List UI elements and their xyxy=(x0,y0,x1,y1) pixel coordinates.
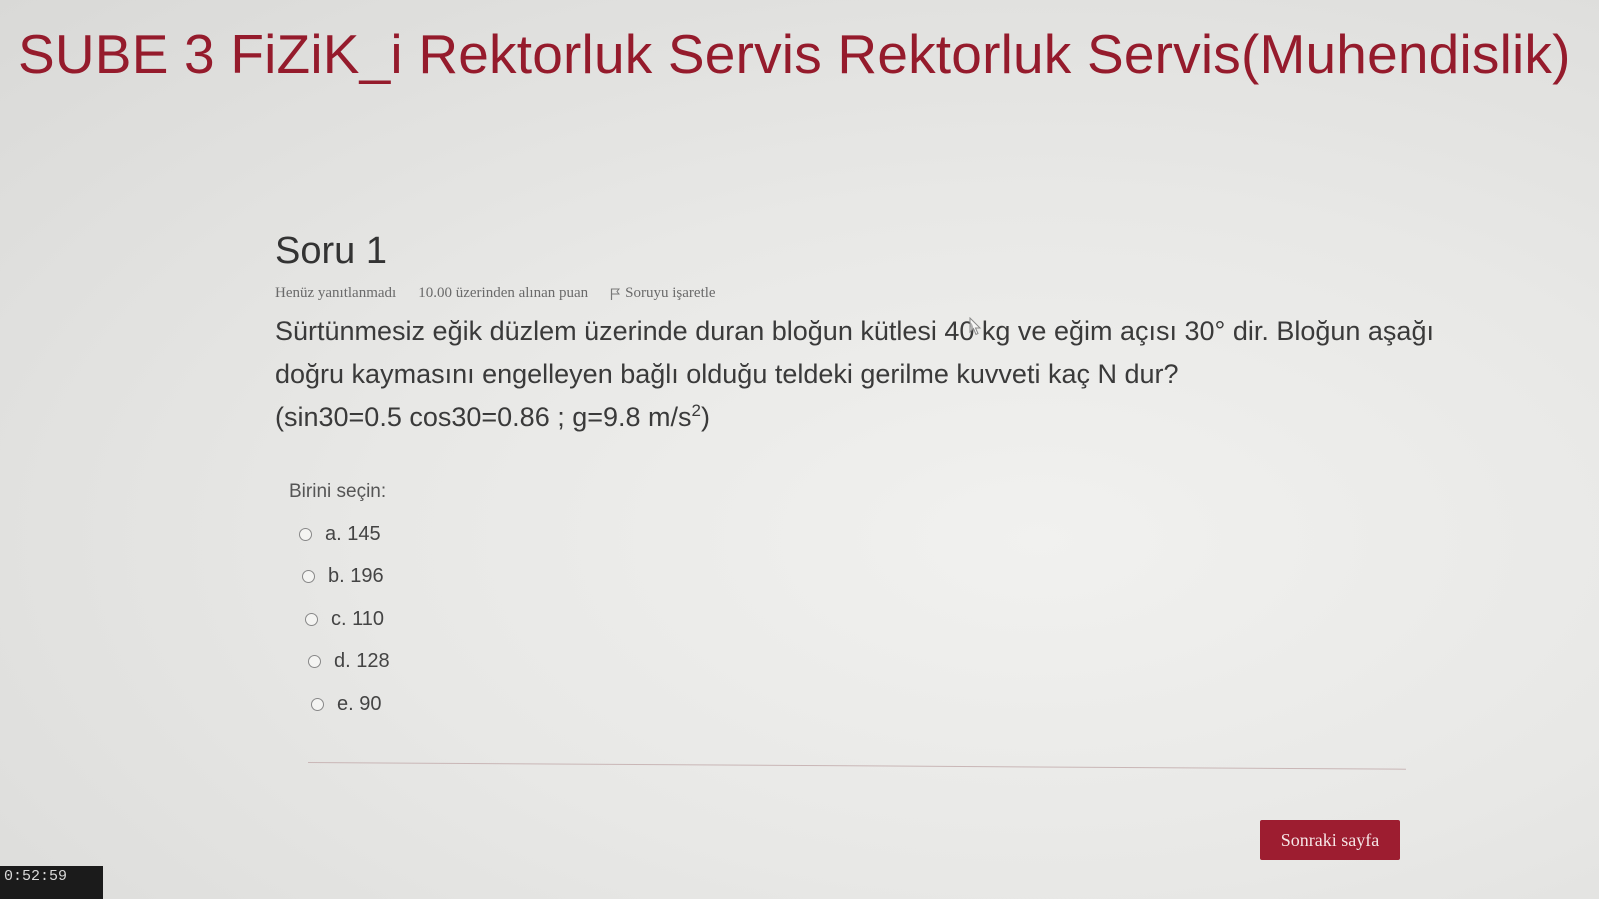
radio-button-e[interactable] xyxy=(311,697,324,711)
radio-button-b[interactable] xyxy=(302,570,315,584)
question-block: Soru 1 Henüz yanıtlanmadı 10.00 üzerinde… xyxy=(275,230,1455,726)
quiz-timer: 0:52:59 xyxy=(0,866,103,899)
answer-option-d[interactable]: d. 128 xyxy=(308,641,1455,684)
question-text: Sürtünmesiz eğik düzlem üzerinde duran b… xyxy=(275,310,1455,439)
radio-button-d[interactable] xyxy=(308,655,321,669)
answer-label-e: e. 90 xyxy=(337,692,382,715)
answer-options: a. 145 b. 196 c. 110 d. 128 e. 90 xyxy=(299,513,1455,726)
question-hint-close: ) xyxy=(701,402,710,432)
mouse-cursor-icon xyxy=(969,317,982,336)
question-hint-text: (sin30=0.5 cos30=0.86 ; g=9.8 m/s xyxy=(275,402,692,432)
answer-label-d: d. 128 xyxy=(334,650,390,673)
answer-label-b: b. 196 xyxy=(328,565,384,588)
answer-option-a[interactable]: a. 145 xyxy=(299,513,1455,556)
radio-button-c[interactable] xyxy=(305,612,318,626)
flag-question-link[interactable]: Soruyu işaretle xyxy=(610,285,716,302)
question-number: Soru 1 xyxy=(275,230,387,272)
flag-question-label: Soruyu işaretle xyxy=(625,285,716,301)
answer-option-e[interactable]: e. 90 xyxy=(311,683,1455,726)
flag-icon xyxy=(611,288,621,300)
question-text-main: Sürtünmesiz eğik düzlem üzerinde duran b… xyxy=(275,316,1434,389)
question-hint-exponent: 2 xyxy=(691,401,701,420)
next-page-button[interactable]: Sonraki sayfa xyxy=(1260,820,1400,860)
question-status: Henüz yanıtlanmadı xyxy=(275,285,397,301)
answer-label-c: c. 110 xyxy=(331,607,384,630)
question-points: 10.00 üzerinden alınan puan xyxy=(418,285,589,301)
answer-prompt: Birini seçin: xyxy=(289,481,387,502)
divider xyxy=(307,762,1406,770)
radio-button-a[interactable] xyxy=(299,527,312,541)
answer-option-c[interactable]: c. 110 xyxy=(305,598,1455,641)
question-hint: (sin30=0.5 cos30=0.86 ; g=9.8 m/s2) xyxy=(275,396,1455,439)
question-info: Henüz yanıtlanmadı 10.00 üzerinden alına… xyxy=(275,285,1455,302)
answer-option-b[interactable]: b. 196 xyxy=(302,556,1455,599)
answer-label-a: a. 145 xyxy=(325,522,381,545)
course-title: SUBE 3 FiZiK_i Rektorluk Servis Rektorlu… xyxy=(18,23,1571,85)
